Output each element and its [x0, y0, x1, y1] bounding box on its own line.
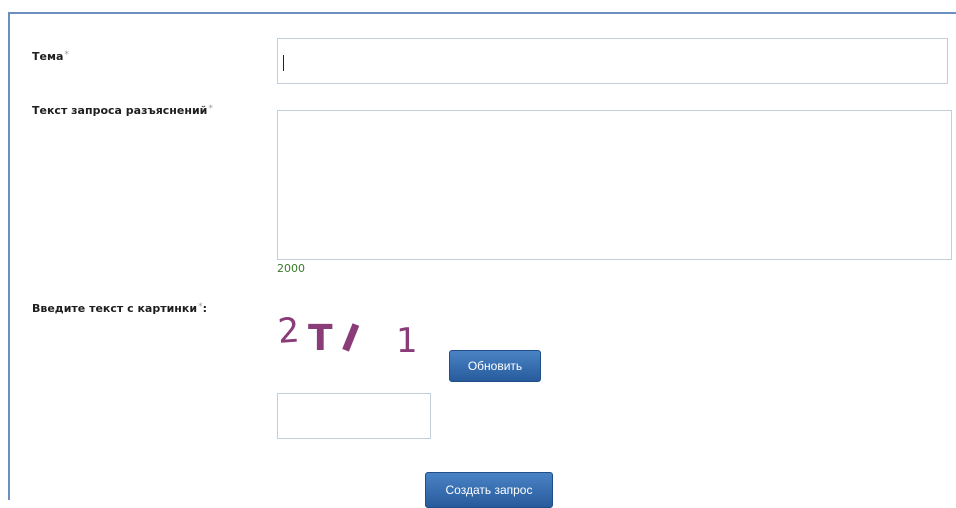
request-text-label: Текст запроса разъяснений*	[32, 104, 213, 117]
required-asterisk-icon: *	[64, 50, 69, 60]
character-counter: 2000	[277, 262, 305, 275]
captcha-char-2: T	[308, 318, 333, 359]
subject-input[interactable]	[277, 38, 948, 84]
captcha-label-text: Введите текст с картинки	[32, 302, 198, 315]
captcha-char-4: 1	[396, 321, 418, 360]
refresh-captcha-button[interactable]: Обновить	[449, 350, 541, 382]
captcha-char-3: I	[336, 315, 366, 360]
create-request-button[interactable]: Создать запрос	[425, 472, 553, 508]
text-caret	[283, 55, 284, 71]
subject-label-text: Тема	[32, 50, 64, 63]
required-asterisk-icon: *	[208, 104, 213, 114]
request-text-area[interactable]	[277, 110, 952, 260]
captcha-label-colon: :	[202, 302, 207, 315]
captcha-char-1: 2	[278, 310, 301, 351]
request-text-label-text: Текст запроса разъяснений	[32, 104, 208, 117]
captcha-label: Введите текст с картинки*:	[32, 302, 207, 315]
subject-label: Тема*	[32, 50, 69, 63]
captcha-input[interactable]	[277, 393, 431, 439]
captcha-image: 2 T I 1	[278, 310, 418, 360]
